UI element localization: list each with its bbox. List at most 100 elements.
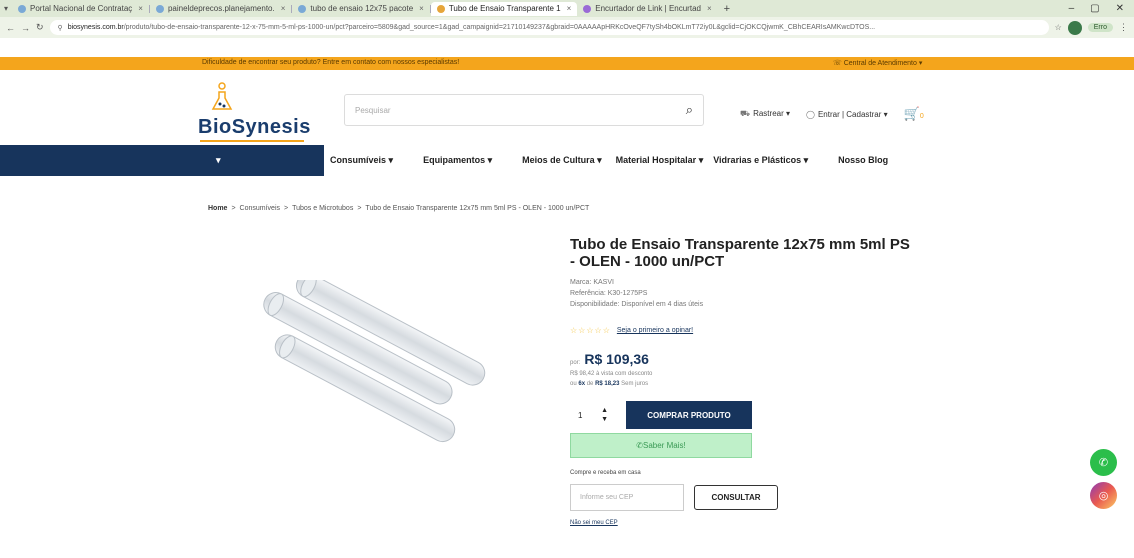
product-availability: Disponibilidade: Disponível em 4 dias út… — [570, 301, 704, 308]
rating-row: ☆☆☆☆☆ Seja o primeiro a opinar! — [570, 326, 910, 335]
tab-2[interactable]: paineldeprecos.planejamento. × — [150, 2, 291, 16]
saber-mais-button[interactable]: ✆ Saber Mais! — [570, 433, 752, 458]
quantity-down-icon[interactable]: ▼ — [601, 415, 608, 424]
forward-icon[interactable]: → — [21, 23, 30, 33]
window-controls: – ▢ ✕ — [1069, 3, 1134, 14]
url-field[interactable]: ⚲ biosynesis.com.br/produto/tubo-de-ensa… — [49, 20, 1049, 35]
cep-label: Compre e receba em casa — [570, 470, 641, 476]
rastrear-label: Rastrear — [753, 109, 784, 118]
minimize-button[interactable]: – — [1069, 3, 1075, 14]
nav-items: Consumíveis ▾ Equipamentos ▾ Meios de Cu… — [330, 155, 918, 166]
tab-title: Tubo de Ensaio Transparente 1 — [448, 4, 561, 13]
tab-close-icon[interactable]: × — [419, 4, 424, 13]
logo-underline — [200, 140, 304, 142]
tab-search-icon[interactable]: ▾ — [0, 4, 12, 13]
strip-message[interactable]: Dificuldade de encontrar seu produto? En… — [202, 59, 459, 66]
tab-close-icon[interactable]: × — [138, 4, 143, 13]
search-input[interactable]: Pesquisar — [355, 106, 686, 115]
buy-row: 1 ▲ ▼ COMPRAR PRODUTO — [570, 401, 910, 429]
top-announcement-strip: Dificuldade de encontrar seu produto? En… — [0, 57, 1134, 70]
tab-favicon-icon — [18, 4, 27, 13]
profile-avatar-icon[interactable] — [1067, 20, 1082, 35]
nav-item-label: Meios de Cultura — [522, 155, 595, 165]
whatsapp-icon[interactable]: ✆ — [1090, 449, 1117, 476]
cep-input[interactable]: Informe seu CEP — [570, 484, 684, 511]
cart-icon[interactable]: 🛒0 — [904, 106, 924, 122]
cep-row: Informe seu CEP CONSULTAR — [570, 484, 910, 511]
url-path: /produto/tubo-de-ensaio-transparente-12-… — [123, 24, 876, 31]
back-icon[interactable]: ← — [6, 23, 15, 33]
main-nav: Departamentos ▾ Consumíveis ▾ Equipament… — [0, 145, 1134, 176]
price-prefix: por: — [570, 360, 581, 366]
tab-title: Portal Nacional de Contrataç — [30, 4, 133, 13]
price-row: por: R$ 109,36 — [570, 351, 910, 367]
instagram-icon[interactable]: ◎ — [1090, 482, 1117, 509]
product-brand: Marca: KASVI — [570, 279, 614, 286]
nav-item-label: Vidrarias e Plásticos — [713, 155, 802, 165]
search-box[interactable]: Pesquisar ⌕ — [344, 94, 704, 126]
browser-menu-icon[interactable]: ⋮ — [1119, 22, 1128, 33]
biosynesis-logo[interactable]: BioSynesis — [198, 80, 311, 142]
maximize-button[interactable]: ▢ — [1090, 3, 1099, 14]
breadcrumb-separator: > — [284, 205, 289, 212]
first-review-link[interactable]: Seja o primeiro a opinar! — [617, 327, 693, 334]
breadcrumb-item[interactable]: Consumíveis — [240, 205, 280, 212]
tab-favicon-icon — [155, 4, 164, 13]
pix-price: R$ 98,42 à vista com desconto — [570, 371, 653, 377]
quantity-stepper[interactable]: 1 ▲ ▼ — [570, 401, 616, 429]
nav-item-consumiveis[interactable]: Consumíveis ▾ — [330, 155, 393, 166]
nao-sei-cep-link[interactable]: Não sei meu CEP — [570, 520, 910, 526]
quantity-value[interactable]: 1 — [578, 411, 582, 420]
search-icon[interactable]: ⌕ — [686, 102, 693, 118]
tab-close-icon[interactable]: × — [567, 4, 572, 13]
installments-value: R$ 18,23 — [595, 381, 620, 387]
url-domain: biosynesis.com.br — [67, 24, 124, 31]
breadcrumb-home[interactable]: Home — [208, 205, 227, 212]
profile-status-badge[interactable]: Erro — [1087, 23, 1113, 32]
product-price: R$ 109,36 — [584, 351, 649, 367]
tab-1[interactable]: Portal Nacional de Contrataç × — [12, 2, 149, 16]
cart-count: 0 — [919, 113, 924, 120]
tab-title: Encurtador de Link | Encurtad — [595, 4, 701, 13]
product-image[interactable] — [236, 280, 496, 450]
brand-name: BioSynesis — [198, 116, 311, 138]
installments: ou 6x de R$ 18,23 Sem juros — [570, 381, 910, 387]
bookmark-star-icon[interactable]: ☆ — [1055, 23, 1062, 32]
nav-item-blog[interactable]: Nosso Blog — [838, 155, 888, 166]
tab-title: tubo de ensaio 12x75 pacote — [310, 4, 414, 13]
departamentos-menu[interactable]: Departamentos ▾ — [0, 145, 498, 176]
tab-4-active[interactable]: Tubo de Ensaio Transparente 1 × — [430, 1, 578, 16]
breadcrumb-item[interactable]: Tubos e Microtubos — [292, 205, 353, 212]
browser-tab-bar: ▾ Portal Nacional de Contrataç × painelde… — [0, 0, 1134, 17]
breadcrumb: Home > Consumíveis > Tubos e Microtubos > T… — [208, 205, 589, 212]
reload-icon[interactable]: ↻ — [36, 22, 44, 33]
nav-item-equipamentos[interactable]: Equipamentos ▾ — [423, 155, 492, 166]
tab-close-icon[interactable]: × — [707, 4, 712, 13]
header-links: ⛟ Rastrear ▾ ◯ Entrar | Cadastrar ▾ 🛒0 — [740, 106, 924, 122]
close-window-button[interactable]: ✕ — [1116, 3, 1124, 14]
tab-5[interactable]: Encurtador de Link | Encurtad × — [577, 2, 717, 16]
rastrear-link[interactable]: ⛟ Rastrear ▾ — [740, 109, 790, 119]
nav-item-label: Equipamentos — [423, 155, 486, 165]
buy-button[interactable]: COMPRAR PRODUTO — [626, 401, 752, 429]
installments-prefix: ou — [570, 381, 577, 387]
flask-logo-icon — [211, 82, 233, 110]
installments-suffix: Sem juros — [621, 381, 649, 387]
new-tab-button[interactable]: + — [718, 3, 736, 15]
entrar-label: Entrar | Cadastrar — [817, 109, 882, 119]
breadcrumb-separator: > — [231, 205, 236, 212]
tab-favicon-icon — [298, 4, 307, 13]
consultar-button[interactable]: CONSULTAR — [694, 485, 778, 510]
quantity-up-icon[interactable]: ▲ — [601, 406, 608, 415]
tab-title: paineldeprecos.planejamento. — [167, 4, 275, 13]
nav-item-meios-de-cultura[interactable]: Meios de Cultura ▾ — [522, 155, 602, 166]
central-atendimento-link[interactable]: ☏ Central de Atendimento ▾ — [833, 59, 922, 67]
entrar-link[interactable]: ◯ Entrar | Cadastrar ▾ — [806, 110, 888, 119]
site-info-icon[interactable]: ⚲ — [58, 24, 63, 32]
installments-count: 6x — [578, 381, 586, 387]
tab-3[interactable]: tubo de ensaio 12x75 pacote × — [292, 2, 429, 16]
tab-close-icon[interactable]: × — [281, 4, 286, 13]
product-reference: Referência: K30-1275PS — [570, 290, 648, 297]
nav-item-vidrarias[interactable]: Vidrarias e Plásticos ▾ — [713, 155, 808, 166]
nav-item-material-hospitalar[interactable]: Material Hospitalar ▾ — [616, 155, 704, 166]
